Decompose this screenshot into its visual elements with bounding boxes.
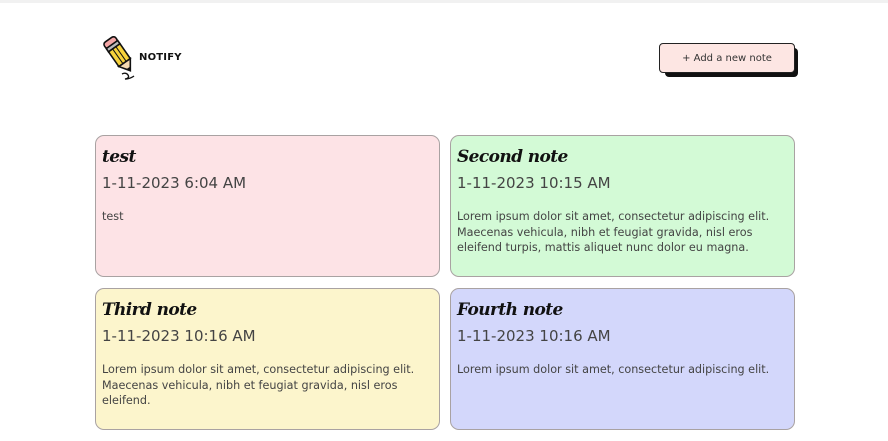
- note-body: Lorem ipsum dolor sit amet, consectetur …: [457, 210, 770, 254]
- note-date: 1-11-2023 6:04 AM: [102, 174, 247, 192]
- add-note-wrapper: + Add a new note: [659, 43, 799, 77]
- note-body: Lorem ipsum dolor sit amet, consectetur …: [102, 363, 415, 407]
- note-title: test: [102, 147, 136, 167]
- note-card[interactable]: Fourth note 1-11-2023 10:16 AM Lorem ips…: [450, 288, 795, 430]
- note-card[interactable]: Second note 1-11-2023 10:15 AM Lorem ips…: [450, 135, 795, 277]
- note-date: 1-11-2023 10:15 AM: [457, 174, 611, 192]
- brand-name: NOTIFY: [139, 51, 182, 63]
- add-note-button[interactable]: + Add a new note: [659, 43, 795, 73]
- note-card[interactable]: Third note 1-11-2023 10:16 AM Lorem ipsu…: [95, 288, 440, 430]
- note-title: Second note: [457, 147, 568, 167]
- header: NOTIFY + Add a new note: [96, 34, 799, 84]
- note-title: Fourth note: [457, 300, 563, 320]
- note-body: test: [102, 210, 124, 223]
- note-body: Lorem ipsum dolor sit amet, consectetur …: [457, 363, 770, 376]
- note-date: 1-11-2023 10:16 AM: [457, 327, 611, 345]
- note-card[interactable]: test 1-11-2023 6:04 AM test: [95, 135, 440, 277]
- note-date: 1-11-2023 10:16 AM: [102, 327, 256, 345]
- pencil-icon: [103, 35, 135, 80]
- note-title: Third note: [102, 300, 197, 320]
- brand[interactable]: NOTIFY: [102, 34, 182, 80]
- top-divider: [0, 0, 888, 3]
